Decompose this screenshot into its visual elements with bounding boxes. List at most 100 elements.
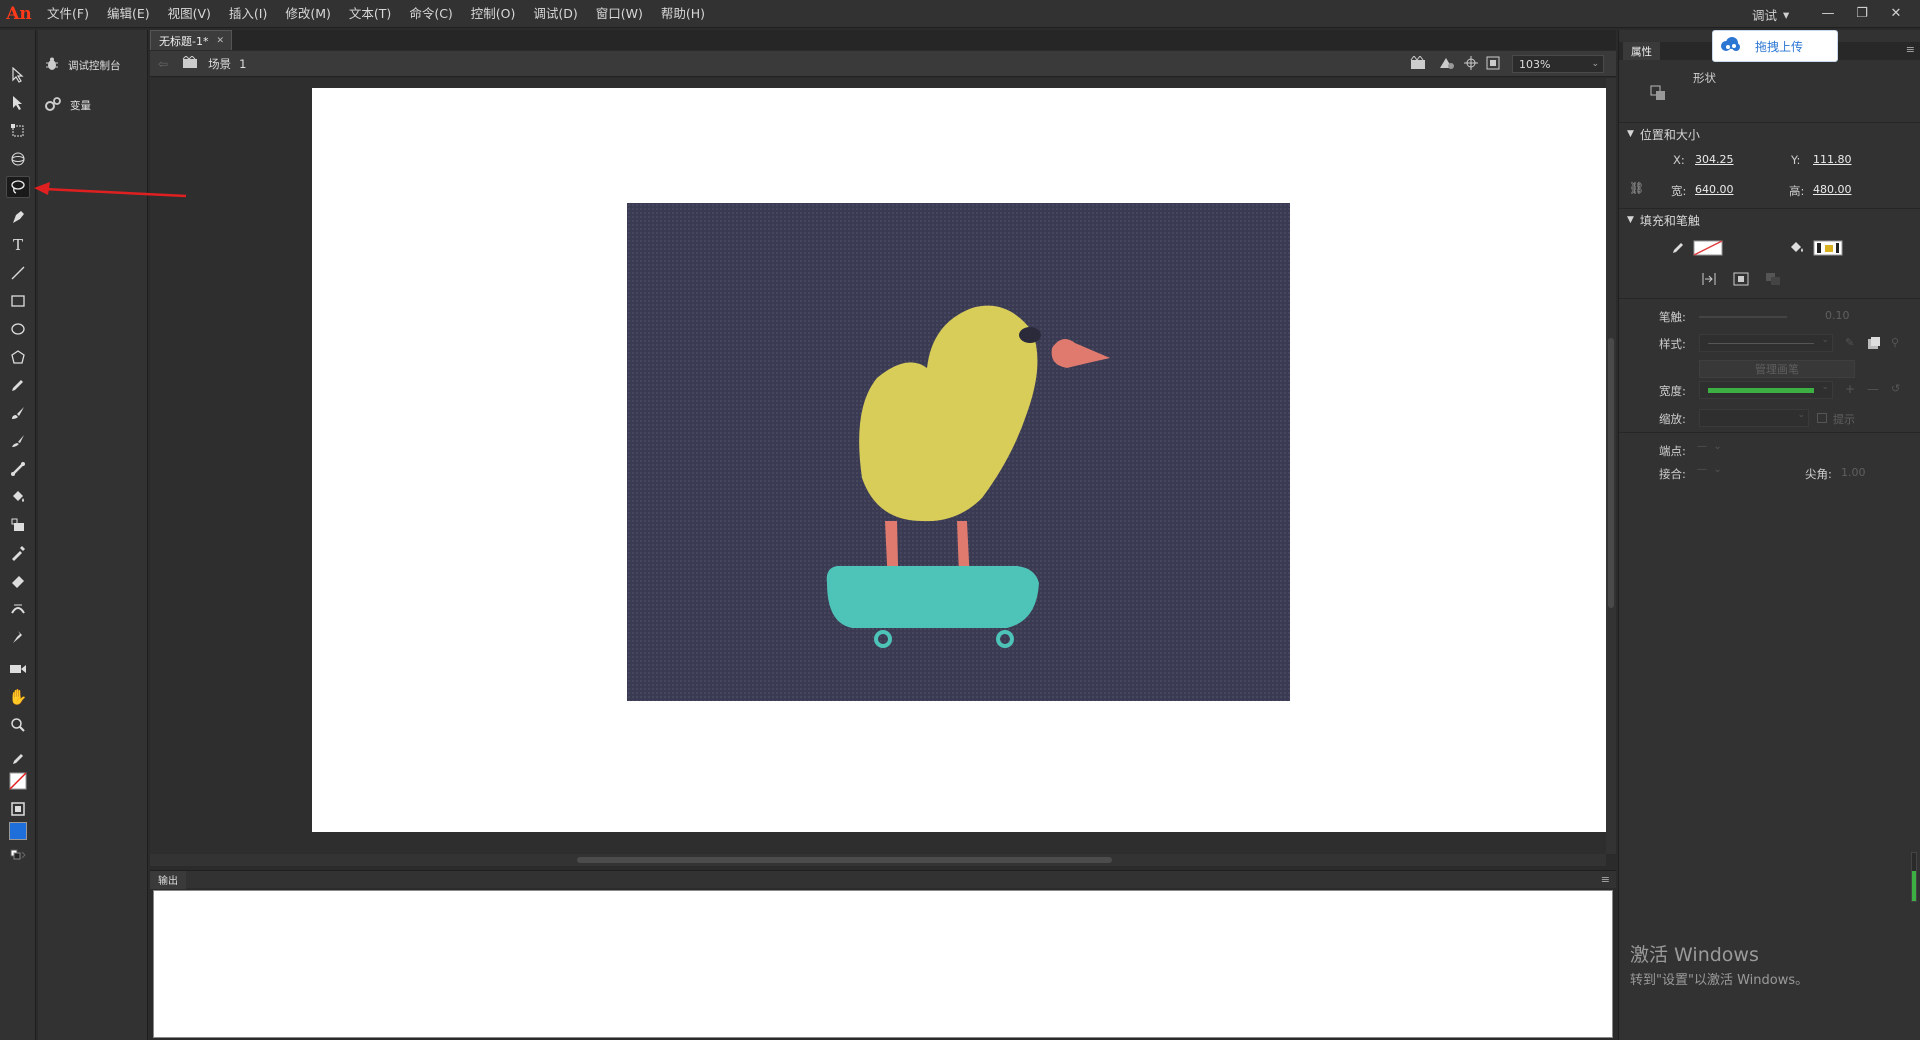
upload-label: 拖拽上传	[1755, 39, 1804, 54]
stroke-style-select[interactable]: ⌄	[1699, 334, 1833, 352]
vertical-scroll-thumb[interactable]	[1608, 338, 1614, 608]
fill-color-swatch[interactable]	[6, 820, 30, 842]
width-tool-icon[interactable]	[6, 598, 30, 620]
minimize-button[interactable]: —	[1812, 0, 1844, 26]
divider	[1619, 432, 1920, 433]
fill-object-icon[interactable]	[1733, 272, 1749, 289]
document-tab[interactable]: 无标题-1* ✕	[150, 30, 232, 50]
width-value[interactable]: 640.00	[1695, 183, 1734, 196]
subselection-tool-icon[interactable]	[6, 92, 30, 114]
output-tab[interactable]: 输出	[150, 870, 186, 889]
scale-select[interactable]: ⌄	[1699, 409, 1809, 427]
menu-control[interactable]: 控制(O)	[462, 0, 525, 28]
workspace-switcher[interactable]: 调试 ▾	[1752, 0, 1789, 28]
menu-window[interactable]: 窗口(W)	[587, 0, 652, 28]
back-arrow-icon[interactable]: ⇦	[158, 57, 168, 71]
menu-commands[interactable]: 命令(C)	[400, 0, 461, 28]
upload-button[interactable]: 拖拽上传	[1712, 30, 1838, 62]
panel-menu-icon[interactable]: ≡	[1601, 873, 1610, 886]
polystar-tool-icon[interactable]	[6, 346, 30, 368]
output-console[interactable]	[153, 890, 1613, 1038]
miter-value[interactable]: 1.00	[1841, 466, 1866, 479]
clip-content-icon[interactable]	[1486, 56, 1500, 73]
fill-stroke-section[interactable]: ▼ 填充和笔触	[1619, 210, 1920, 230]
add-width-icon[interactable]: +	[1845, 382, 1855, 396]
pin-tool-icon[interactable]	[6, 626, 30, 648]
hint-checkbox[interactable]	[1817, 413, 1827, 423]
menu-file[interactable]: 文件(F)	[38, 0, 98, 28]
y-value[interactable]: 111.80	[1813, 153, 1852, 166]
close-window-button[interactable]: ✕	[1880, 0, 1912, 26]
fill-color-bucket-icon[interactable]	[6, 798, 30, 820]
horizontal-scroll-thumb[interactable]	[577, 857, 1112, 863]
stroke-align-icon[interactable]	[1701, 272, 1717, 289]
selection-tool-icon[interactable]	[6, 64, 30, 86]
stroke-color-swatch[interactable]	[1693, 240, 1723, 259]
menu-help[interactable]: 帮助(H)	[652, 0, 714, 28]
close-tab-icon[interactable]: ✕	[216, 36, 224, 46]
edit-stroke-icon[interactable]: ✎	[1845, 336, 1854, 349]
fill-color-swatch[interactable]	[1813, 240, 1843, 259]
debug-console-item[interactable]: 调试控制台	[44, 48, 142, 82]
brush-tool-icon[interactable]	[6, 430, 30, 452]
stroke-size-value[interactable]: 0.10	[1825, 309, 1850, 322]
stroke-size-slider[interactable]	[1699, 316, 1787, 318]
join-select[interactable]: — ⌄	[1697, 464, 1722, 475]
center-stage-icon[interactable]	[1464, 56, 1478, 73]
ink-bottle-tool-icon[interactable]	[6, 514, 30, 536]
zoom-select[interactable]: 103% ⌄	[1512, 55, 1604, 73]
variables-item[interactable]: 变量	[44, 88, 142, 122]
lasso-tool-icon[interactable]	[6, 176, 30, 198]
object-drawing-icon[interactable]	[1765, 272, 1781, 289]
remove-width-icon[interactable]: —	[1867, 382, 1879, 396]
restore-button[interactable]: ❐	[1846, 0, 1878, 26]
width-profile-label: 宽度:	[1659, 384, 1686, 398]
eraser-tool-icon[interactable]	[6, 570, 30, 592]
reset-width-icon[interactable]: ↺	[1891, 382, 1900, 395]
menu-text[interactable]: 文本(T)	[340, 0, 400, 28]
menu-modify[interactable]: 修改(M)	[276, 0, 340, 28]
line-tool-icon[interactable]	[6, 262, 30, 284]
hand-tool-icon[interactable]: ✋	[6, 686, 30, 708]
brush-library-icon[interactable]	[1867, 336, 1881, 353]
stage-pasteboard[interactable]	[150, 78, 1606, 854]
output-panel-header: 输出 ≡	[150, 870, 1616, 889]
swap-colors-icon[interactable]	[6, 844, 30, 866]
bone-tool-icon[interactable]	[6, 458, 30, 480]
stage-canvas[interactable]	[312, 88, 1606, 832]
menu-view[interactable]: 视图(V)	[159, 0, 220, 28]
paint-brush-tool-icon[interactable]	[6, 402, 30, 424]
link-icon[interactable]: ⛓	[1629, 181, 1644, 195]
oval-tool-icon[interactable]	[6, 318, 30, 340]
variable-width-icon[interactable]: ⚲	[1891, 336, 1899, 349]
stage-horizontal-scrollbar[interactable]	[150, 854, 1606, 866]
x-value[interactable]: 304.25	[1695, 153, 1734, 166]
edit-symbols-icon[interactable]	[1438, 56, 1456, 73]
camera-tool-icon[interactable]	[6, 658, 30, 680]
app-logo: An	[6, 3, 32, 24]
panel-menu-icon[interactable]: ≡	[1906, 43, 1915, 56]
stage-vertical-scrollbar[interactable]	[1606, 78, 1616, 854]
edit-scene-icon[interactable]	[1410, 55, 1428, 73]
height-value[interactable]: 480.00	[1813, 183, 1852, 196]
stroke-color-pencil-icon[interactable]	[6, 748, 30, 770]
eyedropper-tool-icon[interactable]	[6, 542, 30, 564]
cap-select[interactable]: — ⌄	[1697, 441, 1722, 452]
rectangle-tool-icon[interactable]	[6, 290, 30, 312]
menu-edit[interactable]: 编辑(E)	[98, 0, 159, 28]
position-size-section[interactable]: ▼ 位置和大小	[1619, 124, 1920, 144]
text-tool-icon[interactable]: T	[6, 234, 30, 256]
paint-bucket-tool-icon[interactable]	[6, 486, 30, 508]
stroke-color-swatch[interactable]	[6, 770, 30, 792]
properties-tab[interactable]: 属性	[1623, 42, 1660, 60]
free-transform-tool-icon[interactable]	[6, 120, 30, 142]
chick-skateboard-artwork[interactable]	[627, 203, 1290, 701]
pen-tool-icon[interactable]	[6, 206, 30, 228]
pencil-tool-icon[interactable]	[6, 374, 30, 396]
3d-rotation-tool-icon[interactable]	[6, 148, 30, 170]
width-profile-select[interactable]: ⌄	[1699, 381, 1833, 399]
zoom-tool-icon[interactable]	[6, 714, 30, 736]
menu-debug[interactable]: 调试(D)	[524, 0, 586, 28]
menu-insert[interactable]: 插入(I)	[220, 0, 276, 28]
manage-brush-button[interactable]: 管理画笔	[1699, 360, 1855, 378]
